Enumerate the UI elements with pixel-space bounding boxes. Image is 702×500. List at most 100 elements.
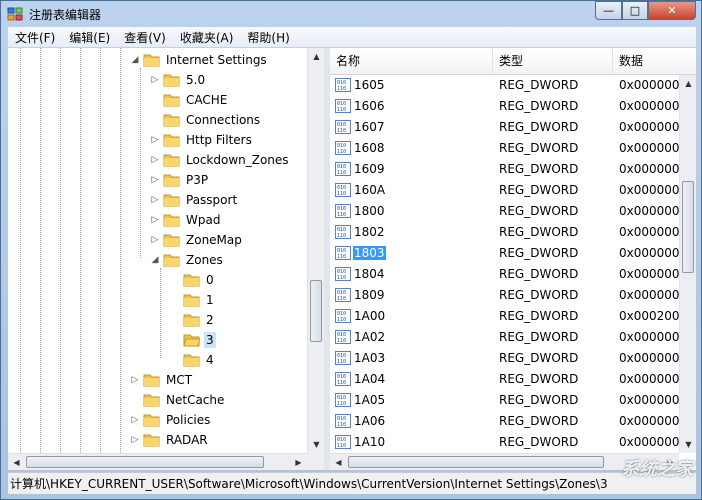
value-name-cell: 1609 <box>353 159 491 180</box>
list-scroll-thumb[interactable] <box>682 181 694 273</box>
expand-icon[interactable]: ▷ <box>130 370 140 390</box>
tree-item-wpad[interactable]: ▷ Wpad <box>150 210 222 230</box>
folder-icon <box>183 354 200 367</box>
value-name-cell: 1A00 <box>353 306 491 327</box>
list-row[interactable]: 0101101A00 REG_DWORD 0x0002000 <box>330 306 679 327</box>
list-row[interactable]: 0101101608 REG_DWORD 0x0000000 <box>330 138 679 159</box>
expand-icon[interactable]: ▷ <box>150 230 160 250</box>
column-header-type[interactable]: 类型 <box>493 48 613 74</box>
expand-icon[interactable]: ▷ <box>130 430 140 450</box>
list-row[interactable]: 0101101A02 REG_DWORD 0x0000000 <box>330 327 679 348</box>
value-type-cell: REG_DWORD <box>499 330 579 344</box>
tree-item-5-0[interactable]: ▷ 5.0 <box>150 70 207 90</box>
expand-icon[interactable]: ▷ <box>150 130 160 150</box>
menu-help[interactable]: 帮助(H) <box>240 29 296 46</box>
title-bar[interactable]: 注册表编辑器 — □ ✕ <box>1 1 701 27</box>
values-list: 名称 类型 数据 0101101605REG_DWORD0x0000000010… <box>330 48 696 470</box>
list-row[interactable]: 0101101A06 REG_DWORD 0x0000000 <box>330 411 679 432</box>
tree-vertical-scrollbar[interactable]: ▲ ▼ <box>307 48 324 453</box>
tree-item-netcache[interactable]: NetCache <box>130 390 226 410</box>
list-row[interactable]: 0101101A03 REG_DWORD 0x0000000 <box>330 348 679 369</box>
expand-icon[interactable]: ▷ <box>150 190 160 210</box>
list-vertical-scrollbar[interactable]: ▲ ▼ <box>679 75 696 453</box>
binary-value-icon: 010110 <box>335 99 351 113</box>
tree-item-zonemap[interactable]: ▷ ZoneMap <box>150 230 244 250</box>
list-row[interactable]: 0101101605 REG_DWORD 0x0000000 <box>330 75 679 96</box>
tree-item-lockdown-zones[interactable]: ▷ Lockdown_Zones <box>150 150 291 170</box>
list-row[interactable]: 0101101607 REG_DWORD 0x0000000 <box>330 117 679 138</box>
tree-item-p3p[interactable]: ▷ P3P <box>150 170 210 190</box>
scroll-left-icon[interactable]: ◀ <box>330 454 347 470</box>
scroll-down-icon[interactable]: ▼ <box>308 436 324 453</box>
value-name: 1802 <box>354 225 385 239</box>
svg-text:110: 110 <box>337 422 346 428</box>
list-hscroll-thumb[interactable] <box>348 456 604 468</box>
folder-icon <box>183 314 200 327</box>
collapse-icon[interactable]: ◢ <box>150 250 160 270</box>
tree-horizontal-scrollbar[interactable]: ◀ ▶ <box>8 453 307 470</box>
menu-favorites[interactable]: 收藏夹(A) <box>173 29 241 46</box>
expand-icon[interactable]: ▷ <box>150 170 160 190</box>
svg-text:110: 110 <box>337 380 346 386</box>
close-button[interactable]: ✕ <box>648 1 696 20</box>
value-name: 1804 <box>354 267 385 281</box>
value-name-cell: 1802 <box>353 222 491 243</box>
list-row[interactable]: 0101101A10 REG_DWORD 0x0000000 <box>330 432 679 453</box>
list-row[interactable]: 0101101802 REG_DWORD 0x0000000 <box>330 222 679 243</box>
expand-icon[interactable]: ▷ <box>130 410 140 430</box>
value-name: 1606 <box>354 99 385 113</box>
tree-item-zone-2[interactable]: 2 <box>170 310 216 330</box>
tree-item-zone-3[interactable]: 3 <box>170 330 216 350</box>
tree-item-internet-settings[interactable]: ◢ Internet Settings <box>130 50 269 70</box>
value-type-cell: REG_DWORD <box>499 78 579 92</box>
folder-icon <box>163 154 180 167</box>
tree-scroll-thumb[interactable] <box>310 280 322 342</box>
binary-value-icon: 010110 <box>335 162 351 176</box>
tree-item-mct[interactable]: ▷ MCT <box>130 370 194 390</box>
scroll-left-icon[interactable]: ◀ <box>8 454 25 470</box>
list-row[interactable]: 0101101606 REG_DWORD 0x0000000 <box>330 96 679 117</box>
scroll-up-icon[interactable]: ▲ <box>680 75 696 92</box>
svg-text:110: 110 <box>337 233 346 239</box>
tree-item-zone-0[interactable]: 0 <box>170 270 216 290</box>
list-row[interactable]: 0101101809 REG_DWORD 0x0000000 <box>330 285 679 306</box>
list-row[interactable]: 0101101609 REG_DWORD 0x0000000 <box>330 159 679 180</box>
expander-placeholder <box>170 270 180 290</box>
tree-item-connections[interactable]: Connections <box>150 110 262 130</box>
tree-item-policies[interactable]: ▷ Policies <box>130 410 212 430</box>
scroll-right-icon[interactable]: ▶ <box>290 454 307 470</box>
expander-placeholder <box>130 390 140 410</box>
tree-item-radar[interactable]: ▷ RADAR <box>130 430 210 450</box>
minimize-button[interactable]: — <box>595 1 622 20</box>
list-row[interactable]: 0101101803 REG_DWORD 0x0000000 <box>330 243 679 264</box>
list-row[interactable]: 0101101A04 REG_DWORD 0x0000000 <box>330 369 679 390</box>
tree-item-zones[interactable]: ◢ Zones <box>150 250 225 270</box>
expand-icon[interactable]: ▷ <box>150 210 160 230</box>
value-name-cell: 1A04 <box>353 369 491 390</box>
watermark-logo: 系统之家 <box>621 459 693 480</box>
menu-file[interactable]: 文件(F) <box>8 29 62 46</box>
expand-icon[interactable]: ▷ <box>150 70 160 90</box>
list-row[interactable]: 0101101800 REG_DWORD 0x0000000 <box>330 201 679 222</box>
tree-item-cache[interactable]: CACHE <box>150 90 229 110</box>
tree-item-zone-4[interactable]: 4 <box>170 350 216 370</box>
list-row[interactable]: 0101101804 REG_DWORD 0x0000000 <box>330 264 679 285</box>
maximize-button[interactable]: □ <box>622 1 648 20</box>
tree-guide-line <box>120 48 121 453</box>
list-row[interactable]: 010110160A REG_DWORD 0x0000000 <box>330 180 679 201</box>
column-header-data[interactable]: 数据 <box>613 48 693 74</box>
column-header-name[interactable]: 名称 <box>330 48 493 74</box>
tree-guide-line <box>20 48 21 453</box>
list-row[interactable]: 0101101A05 REG_DWORD 0x0000000 <box>330 390 679 411</box>
scroll-up-icon[interactable]: ▲ <box>308 48 324 65</box>
tree-item-http-filters[interactable]: ▷ Http Filters <box>150 130 254 150</box>
menu-edit[interactable]: 编辑(E) <box>62 29 117 46</box>
expand-icon[interactable]: ▷ <box>150 150 160 170</box>
value-data-cell: 0x0002000 <box>619 309 679 323</box>
scroll-down-icon[interactable]: ▼ <box>680 436 696 453</box>
collapse-icon[interactable]: ◢ <box>130 50 140 70</box>
tree-hscroll-thumb[interactable] <box>26 456 264 468</box>
tree-item-zone-1[interactable]: 1 <box>170 290 216 310</box>
menu-view[interactable]: 查看(V) <box>117 29 173 46</box>
tree-item-passport[interactable]: ▷ Passport <box>150 190 239 210</box>
